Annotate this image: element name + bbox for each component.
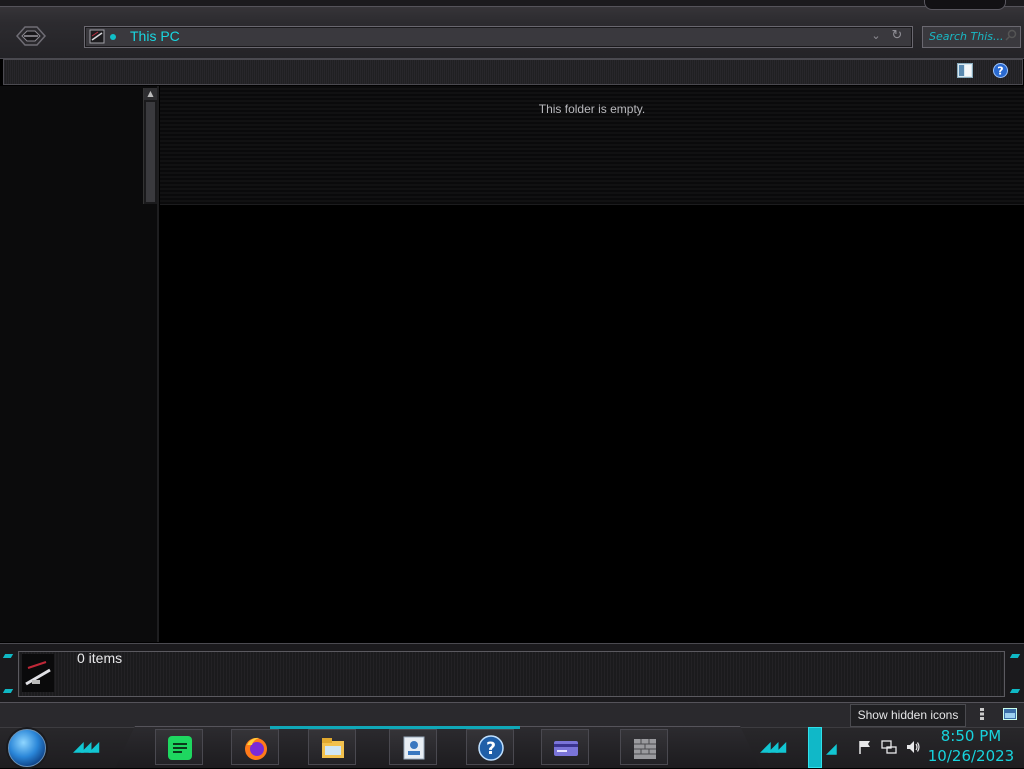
start-button[interactable] (8, 729, 46, 767)
help-icon[interactable]: ? (993, 63, 1008, 78)
action-center-flag-icon[interactable] (857, 739, 873, 755)
taskbar-button-user-account[interactable] (389, 729, 437, 765)
file-explorer-icon (322, 738, 344, 758)
address-text: This PC (130, 28, 180, 44)
clock-time[interactable]: 8:50 PM (928, 727, 1014, 745)
item-count-label: 0 items (77, 650, 123, 666)
firefox-icon (245, 737, 267, 760)
details-pane (0, 643, 1024, 702)
card-icon (554, 741, 578, 756)
show-hidden-icons-tooltip: Show hidden icons (850, 704, 966, 727)
address-status-dot (110, 34, 116, 40)
this-pc-icon (89, 29, 105, 44)
command-bar (3, 59, 1023, 85)
spotify-icon (168, 736, 192, 760)
decor-mark (1009, 689, 1021, 693)
taskbar-button-help[interactable]: ? (466, 729, 514, 765)
search-placeholder: Search This... (929, 30, 1004, 43)
user-account-icon (403, 736, 425, 760)
search-input[interactable]: Search This... (922, 26, 1021, 48)
window-top-cap (924, 0, 1006, 10)
svg-text:?: ? (486, 739, 496, 759)
scrollbar-thumb[interactable] (146, 102, 155, 202)
search-icon[interactable] (1004, 29, 1018, 43)
decor-mark (1009, 654, 1021, 658)
file-list-area[interactable]: This folder is empty. (160, 86, 1024, 642)
folder-thumbnail-icon (22, 654, 54, 692)
svg-text:?: ? (997, 65, 1003, 78)
taskbar-button-card[interactable] (541, 729, 589, 765)
decor-chevrons: ◢◢◢ (73, 739, 99, 755)
clock-date[interactable]: 10/26/2023 (926, 747, 1016, 765)
navigation-pane[interactable] (0, 86, 159, 642)
address-bar[interactable]: This PC ⌄ ↻ (84, 26, 913, 48)
volume-icon[interactable] (905, 739, 921, 755)
taskbar-button-file-explorer[interactable] (308, 729, 356, 765)
firewall-icon (634, 739, 656, 759)
decor-mark (2, 654, 14, 658)
scroll-up-icon[interactable]: ▲ (144, 88, 157, 100)
refresh-icon[interactable]: ↻ (889, 29, 905, 43)
chevron-down-icon[interactable]: ⌄ (869, 29, 883, 43)
network-icon[interactable] (881, 739, 897, 755)
preview-pane-icon[interactable] (957, 63, 973, 78)
help-icon: ? (478, 735, 504, 761)
decor-chevrons: ◢◢◢ (760, 739, 786, 755)
back-navigation-icon[interactable] (13, 23, 49, 49)
taskbar-button-spotify[interactable] (155, 729, 203, 765)
details-pane-inner (18, 651, 1005, 697)
decor-mark (2, 689, 14, 693)
file-list-header: This folder is empty. (160, 86, 1024, 205)
taskbar-button-firefox[interactable] (231, 729, 279, 765)
empty-folder-message: This folder is empty. (538, 102, 646, 116)
taskbar-button-firewall[interactable] (620, 729, 668, 765)
navigation-scrollbar[interactable]: ▲ (143, 88, 157, 204)
show-desktop-icon[interactable] (1003, 708, 1017, 720)
tray-active-indicator (808, 727, 822, 768)
decor-chevrons: ◢ (826, 741, 837, 757)
tray-overflow-icon[interactable] (978, 707, 986, 721)
